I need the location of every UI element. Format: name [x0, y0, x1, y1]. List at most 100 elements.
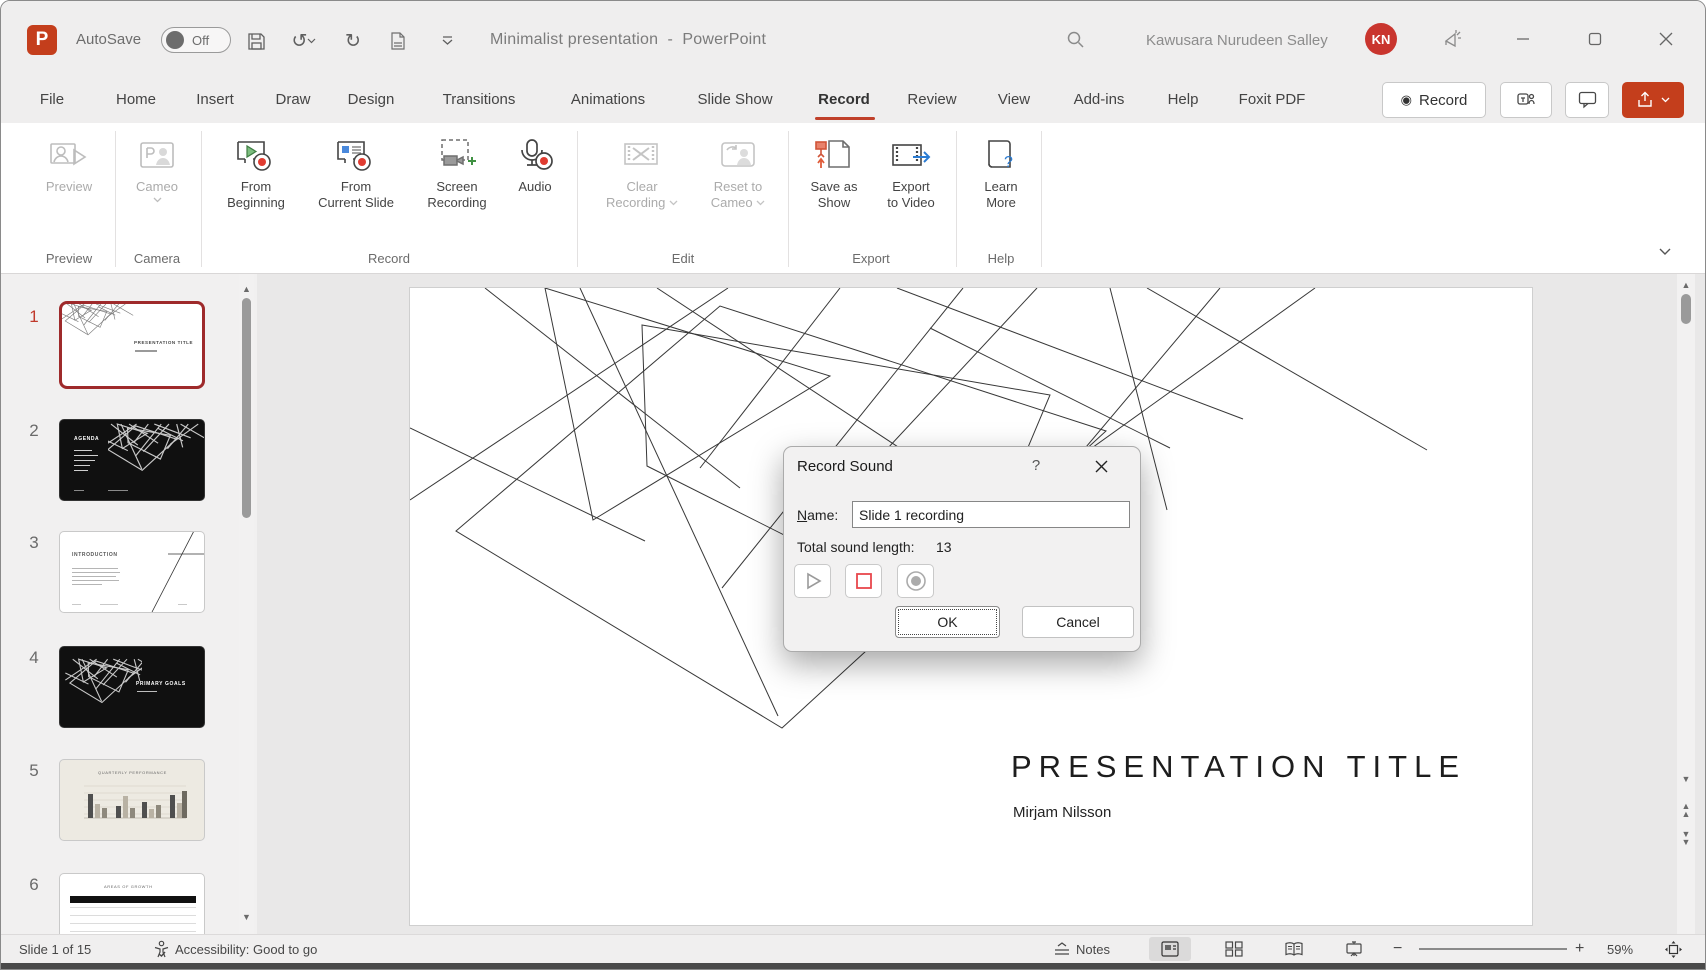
notes-icon: [1053, 941, 1071, 957]
record-from-beginning-button[interactable]: FromBeginning: [213, 133, 299, 211]
accessibility-icon: [153, 940, 170, 958]
slide-thumbnail-4[interactable]: PRIMARY GOALS: [59, 646, 205, 728]
canvas-scrollbar[interactable]: ▲ ▼ ▲▲ ▼▼: [1677, 274, 1695, 934]
document-title: Minimalist presentation - PowerPoint: [490, 31, 766, 49]
search-button[interactable]: [1061, 25, 1089, 53]
scroll-up-icon[interactable]: ▲: [1677, 278, 1695, 292]
thumb-number-3: 3: [23, 533, 45, 553]
notes-toggle-button[interactable]: Notes: [1053, 935, 1110, 963]
zoom-level[interactable]: 59%: [1607, 935, 1633, 963]
accessibility-status[interactable]: Accessibility: Good to go: [153, 935, 317, 963]
tab-help[interactable]: Help: [1162, 87, 1205, 112]
tab-add-ins[interactable]: Add-ins: [1068, 87, 1131, 112]
clear-recording-button: ClearRecording: [593, 133, 691, 211]
undo-button[interactable]: ↺: [284, 27, 324, 55]
window-bottom-edge: [1, 963, 1706, 970]
save-button[interactable]: [242, 27, 270, 55]
scrollbar-thumb[interactable]: [1681, 294, 1691, 324]
save-as-show-button[interactable]: Save asShow: [797, 133, 871, 211]
scroll-down-icon[interactable]: ▼: [1677, 772, 1695, 786]
cancel-button[interactable]: Cancel: [1022, 606, 1134, 638]
zoom-slider-track[interactable]: [1419, 948, 1567, 950]
redo-icon: ↻: [345, 30, 361, 53]
chevron-down-icon: [1661, 97, 1670, 103]
toggle-knob-icon: [166, 31, 184, 49]
customize-qat-button[interactable]: [433, 27, 461, 55]
cameo-button: Cameo: [125, 133, 189, 203]
scroll-down-icon[interactable]: ▼: [239, 910, 254, 924]
avatar[interactable]: KN: [1365, 23, 1397, 55]
tab-design[interactable]: Design: [342, 87, 401, 112]
sound-name-input[interactable]: [852, 501, 1130, 528]
collapse-ribbon-button[interactable]: [1659, 243, 1671, 261]
slide-show-view-button[interactable]: [1333, 937, 1375, 961]
group-label-help: Help: [988, 251, 1015, 266]
record-sound-button[interactable]: [897, 564, 934, 598]
audio-button[interactable]: Audio: [507, 133, 563, 195]
feedback-button[interactable]: [1439, 25, 1467, 53]
slide-thumbnail-5[interactable]: QUARTERLY PERFORMANCE: [59, 759, 205, 841]
scroll-up-icon[interactable]: ▲: [239, 282, 254, 296]
slide-thumbnail-3[interactable]: INTRODUCTION: [59, 531, 205, 613]
next-slide-button[interactable]: ▼▼: [1677, 830, 1695, 844]
pdf-tool-button[interactable]: [383, 27, 411, 55]
reset-to-cameo-icon: [716, 137, 760, 177]
thumb-number-2: 2: [23, 421, 45, 441]
thumbnail-title: AREAS OF GROWTH: [104, 884, 153, 889]
ok-button[interactable]: OK: [895, 606, 1000, 638]
clear-recording-icon: [620, 137, 664, 177]
slide-title[interactable]: PRESENTATION TITLE: [1011, 749, 1466, 785]
tab-home[interactable]: Home: [110, 87, 162, 112]
thumbnail-title: INTRODUCTION: [72, 552, 118, 558]
record-icon: [905, 570, 927, 592]
zoom-in-button[interactable]: +: [1575, 935, 1584, 963]
tab-insert[interactable]: Insert: [190, 87, 240, 112]
slide-thumbnail-1[interactable]: PRESENTATION TITLE: [59, 301, 205, 389]
record-from-beginning-icon: [234, 137, 278, 177]
teams-share-button[interactable]: [1500, 82, 1552, 118]
dialog-close-button[interactable]: [1084, 452, 1118, 480]
close-button[interactable]: [1649, 23, 1683, 55]
zoom-out-button[interactable]: −: [1393, 935, 1402, 963]
thumbnail-scrollbar[interactable]: ▲ ▼: [239, 274, 254, 934]
share-button[interactable]: [1622, 82, 1684, 118]
status-bar: Slide 1 of 15 Accessibility: Good to go …: [1, 934, 1706, 963]
tab-slide-show[interactable]: Slide Show: [691, 87, 778, 112]
tab-transitions[interactable]: Transitions: [437, 87, 522, 112]
slide-thumbnail-2[interactable]: AGENDA: [59, 419, 205, 501]
record-presentation-button[interactable]: ◉ Record: [1382, 82, 1486, 118]
slide-sorter-view-button[interactable]: [1213, 937, 1255, 961]
maximize-button[interactable]: [1578, 23, 1612, 55]
slide-indicator[interactable]: Slide 1 of 15: [19, 935, 91, 963]
record-dot-icon: ◉: [1401, 92, 1412, 108]
tab-animations[interactable]: Animations: [565, 87, 651, 112]
chevron-down-icon: [756, 200, 765, 206]
reading-view-button[interactable]: [1273, 937, 1315, 961]
screen-recording-button[interactable]: ScreenRecording: [413, 133, 501, 211]
previous-slide-button[interactable]: ▲▲: [1677, 802, 1695, 816]
learn-more-button[interactable]: ? LearnMore: [967, 133, 1035, 211]
fit-slide-to-window-button[interactable]: [1653, 937, 1693, 961]
slide-subtitle[interactable]: Mirjam Nilsson: [1013, 804, 1111, 821]
scrollbar-thumb[interactable]: [242, 298, 251, 518]
minimize-button[interactable]: [1506, 23, 1540, 55]
export-to-video-button[interactable]: Exportto Video: [875, 133, 947, 211]
autosave-toggle[interactable]: Off: [161, 27, 231, 53]
comments-button[interactable]: [1565, 82, 1609, 118]
tab-view[interactable]: View: [992, 87, 1036, 112]
tab-draw[interactable]: Draw: [269, 87, 316, 112]
stop-sound-button[interactable]: [845, 564, 882, 598]
dialog-help-button[interactable]: ?: [1026, 457, 1046, 474]
thumb-number-1: 1: [23, 307, 45, 327]
autosave-state: Off: [192, 33, 209, 48]
record-from-current-slide-button[interactable]: FromCurrent Slide: [303, 133, 409, 211]
normal-view-button[interactable]: [1149, 937, 1191, 961]
tab-review[interactable]: Review: [901, 87, 962, 112]
tab-foxit-pdf[interactable]: Foxit PDF: [1233, 87, 1312, 112]
slide-thumbnail-6[interactable]: AREAS OF GROWTH: [59, 873, 205, 935]
play-sound-button[interactable]: [794, 564, 831, 598]
redo-button[interactable]: ↻: [339, 27, 367, 55]
tab-file[interactable]: File: [34, 87, 70, 112]
tab-record[interactable]: Record: [812, 87, 876, 112]
group-label-record: Record: [368, 251, 410, 266]
